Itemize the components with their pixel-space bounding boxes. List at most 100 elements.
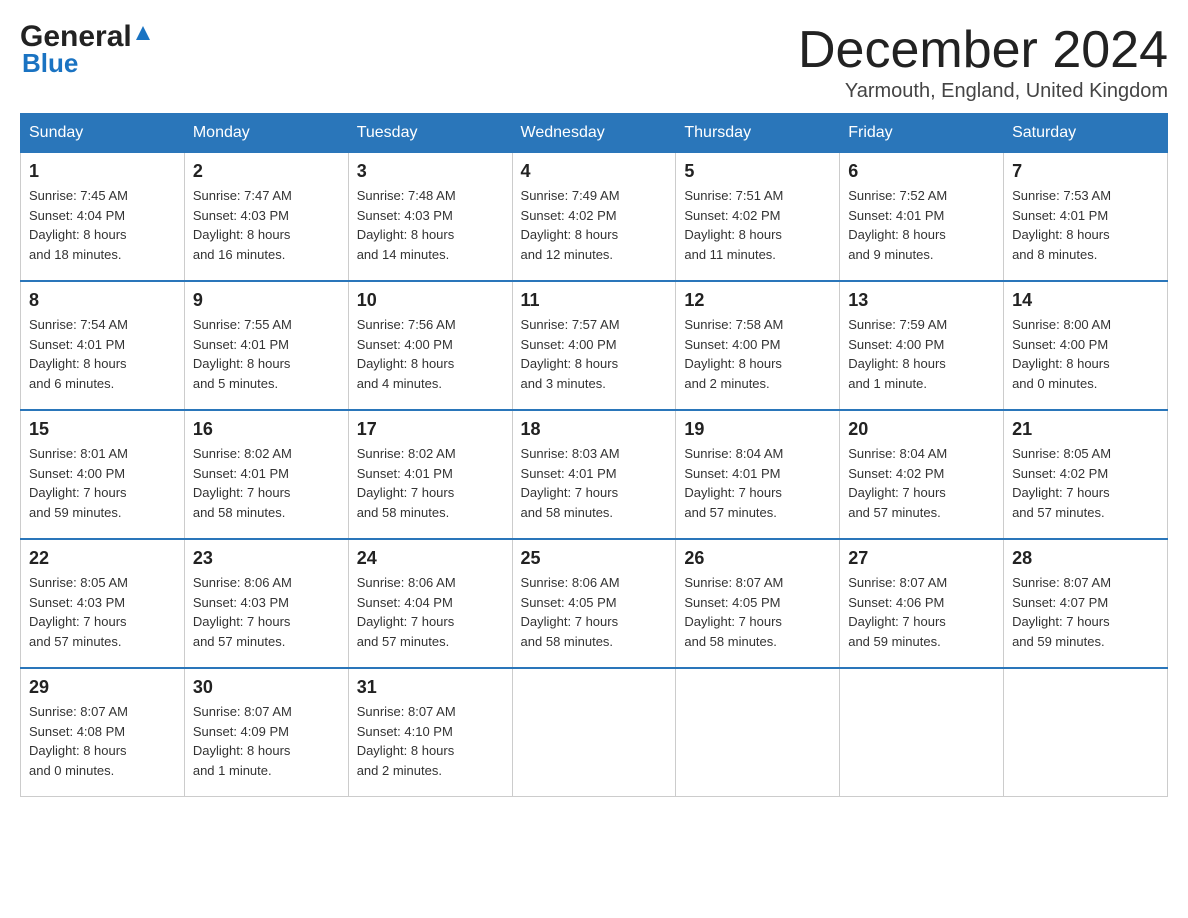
calendar-cell: 2 Sunrise: 7:47 AMSunset: 4:03 PMDayligh…	[184, 153, 348, 282]
day-number: 7	[1012, 161, 1159, 182]
day-info: Sunrise: 8:07 AMSunset: 4:07 PMDaylight:…	[1012, 573, 1159, 651]
day-number: 28	[1012, 548, 1159, 569]
day-info: Sunrise: 7:56 AMSunset: 4:00 PMDaylight:…	[357, 315, 504, 393]
day-number: 8	[29, 290, 176, 311]
day-info: Sunrise: 7:58 AMSunset: 4:00 PMDaylight:…	[684, 315, 831, 393]
day-info: Sunrise: 8:02 AMSunset: 4:01 PMDaylight:…	[357, 444, 504, 522]
logo-blue-text: Blue	[22, 48, 78, 79]
column-header-tuesday: Tuesday	[348, 114, 512, 153]
day-info: Sunrise: 7:45 AMSunset: 4:04 PMDaylight:…	[29, 186, 176, 264]
day-number: 30	[193, 677, 340, 698]
day-info: Sunrise: 7:59 AMSunset: 4:00 PMDaylight:…	[848, 315, 995, 393]
calendar-cell: 15 Sunrise: 8:01 AMSunset: 4:00 PMDaylig…	[21, 410, 185, 539]
calendar-cell: 17 Sunrise: 8:02 AMSunset: 4:01 PMDaylig…	[348, 410, 512, 539]
column-header-monday: Monday	[184, 114, 348, 153]
calendar-cell: 21 Sunrise: 8:05 AMSunset: 4:02 PMDaylig…	[1004, 410, 1168, 539]
calendar-table: SundayMondayTuesdayWednesdayThursdayFrid…	[20, 113, 1168, 797]
week-row-4: 22 Sunrise: 8:05 AMSunset: 4:03 PMDaylig…	[21, 539, 1168, 668]
calendar-cell: 27 Sunrise: 8:07 AMSunset: 4:06 PMDaylig…	[840, 539, 1004, 668]
day-number: 11	[521, 290, 668, 311]
calendar-cell: 24 Sunrise: 8:06 AMSunset: 4:04 PMDaylig…	[348, 539, 512, 668]
day-number: 24	[357, 548, 504, 569]
calendar-cell: 8 Sunrise: 7:54 AMSunset: 4:01 PMDayligh…	[21, 281, 185, 410]
calendar-cell: 11 Sunrise: 7:57 AMSunset: 4:00 PMDaylig…	[512, 281, 676, 410]
week-row-5: 29 Sunrise: 8:07 AMSunset: 4:08 PMDaylig…	[21, 668, 1168, 797]
location-subtitle: Yarmouth, England, United Kingdom	[798, 80, 1168, 103]
day-info: Sunrise: 8:04 AMSunset: 4:01 PMDaylight:…	[684, 444, 831, 522]
day-number: 31	[357, 677, 504, 698]
day-info: Sunrise: 8:06 AMSunset: 4:03 PMDaylight:…	[193, 573, 340, 651]
day-info: Sunrise: 8:04 AMSunset: 4:02 PMDaylight:…	[848, 444, 995, 522]
day-number: 18	[521, 419, 668, 440]
day-info: Sunrise: 8:03 AMSunset: 4:01 PMDaylight:…	[521, 444, 668, 522]
day-info: Sunrise: 7:57 AMSunset: 4:00 PMDaylight:…	[521, 315, 668, 393]
calendar-cell: 18 Sunrise: 8:03 AMSunset: 4:01 PMDaylig…	[512, 410, 676, 539]
day-number: 27	[848, 548, 995, 569]
column-header-thursday: Thursday	[676, 114, 840, 153]
day-number: 23	[193, 548, 340, 569]
calendar-cell: 23 Sunrise: 8:06 AMSunset: 4:03 PMDaylig…	[184, 539, 348, 668]
day-number: 13	[848, 290, 995, 311]
calendar-cell: 12 Sunrise: 7:58 AMSunset: 4:00 PMDaylig…	[676, 281, 840, 410]
day-number: 29	[29, 677, 176, 698]
title-area: December 2024 Yarmouth, England, United …	[798, 20, 1168, 103]
day-info: Sunrise: 7:51 AMSunset: 4:02 PMDaylight:…	[684, 186, 831, 264]
day-number: 10	[357, 290, 504, 311]
column-header-wednesday: Wednesday	[512, 114, 676, 153]
day-number: 19	[684, 419, 831, 440]
calendar-cell: 9 Sunrise: 7:55 AMSunset: 4:01 PMDayligh…	[184, 281, 348, 410]
page-header: General Blue December 2024 Yarmouth, Eng…	[20, 20, 1168, 103]
day-info: Sunrise: 7:54 AMSunset: 4:01 PMDaylight:…	[29, 315, 176, 393]
calendar-cell: 7 Sunrise: 7:53 AMSunset: 4:01 PMDayligh…	[1004, 153, 1168, 282]
week-row-2: 8 Sunrise: 7:54 AMSunset: 4:01 PMDayligh…	[21, 281, 1168, 410]
day-info: Sunrise: 8:00 AMSunset: 4:00 PMDaylight:…	[1012, 315, 1159, 393]
calendar-header-row: SundayMondayTuesdayWednesdayThursdayFrid…	[21, 114, 1168, 153]
calendar-cell: 20 Sunrise: 8:04 AMSunset: 4:02 PMDaylig…	[840, 410, 1004, 539]
day-number: 20	[848, 419, 995, 440]
day-number: 1	[29, 161, 176, 182]
day-info: Sunrise: 8:06 AMSunset: 4:05 PMDaylight:…	[521, 573, 668, 651]
calendar-cell: 19 Sunrise: 8:04 AMSunset: 4:01 PMDaylig…	[676, 410, 840, 539]
day-info: Sunrise: 8:07 AMSunset: 4:08 PMDaylight:…	[29, 702, 176, 780]
column-header-sunday: Sunday	[21, 114, 185, 153]
day-number: 15	[29, 419, 176, 440]
day-info: Sunrise: 7:55 AMSunset: 4:01 PMDaylight:…	[193, 315, 340, 393]
day-number: 9	[193, 290, 340, 311]
calendar-cell: 31 Sunrise: 8:07 AMSunset: 4:10 PMDaylig…	[348, 668, 512, 797]
day-number: 2	[193, 161, 340, 182]
calendar-cell: 29 Sunrise: 8:07 AMSunset: 4:08 PMDaylig…	[21, 668, 185, 797]
day-number: 22	[29, 548, 176, 569]
calendar-cell	[676, 668, 840, 797]
day-info: Sunrise: 7:49 AMSunset: 4:02 PMDaylight:…	[521, 186, 668, 264]
calendar-cell	[512, 668, 676, 797]
column-header-friday: Friday	[840, 114, 1004, 153]
day-info: Sunrise: 8:07 AMSunset: 4:10 PMDaylight:…	[357, 702, 504, 780]
calendar-cell: 13 Sunrise: 7:59 AMSunset: 4:00 PMDaylig…	[840, 281, 1004, 410]
day-number: 14	[1012, 290, 1159, 311]
day-info: Sunrise: 8:07 AMSunset: 4:05 PMDaylight:…	[684, 573, 831, 651]
day-info: Sunrise: 8:05 AMSunset: 4:02 PMDaylight:…	[1012, 444, 1159, 522]
calendar-cell	[840, 668, 1004, 797]
day-number: 3	[357, 161, 504, 182]
week-row-1: 1 Sunrise: 7:45 AMSunset: 4:04 PMDayligh…	[21, 153, 1168, 282]
day-info: Sunrise: 7:53 AMSunset: 4:01 PMDaylight:…	[1012, 186, 1159, 264]
month-title: December 2024	[798, 20, 1168, 80]
day-info: Sunrise: 8:07 AMSunset: 4:09 PMDaylight:…	[193, 702, 340, 780]
logo-triangle-icon	[132, 22, 154, 49]
day-number: 26	[684, 548, 831, 569]
day-number: 6	[848, 161, 995, 182]
day-number: 25	[521, 548, 668, 569]
calendar-cell: 22 Sunrise: 8:05 AMSunset: 4:03 PMDaylig…	[21, 539, 185, 668]
calendar-cell: 30 Sunrise: 8:07 AMSunset: 4:09 PMDaylig…	[184, 668, 348, 797]
calendar-cell: 6 Sunrise: 7:52 AMSunset: 4:01 PMDayligh…	[840, 153, 1004, 282]
column-header-saturday: Saturday	[1004, 114, 1168, 153]
day-number: 4	[521, 161, 668, 182]
calendar-cell: 1 Sunrise: 7:45 AMSunset: 4:04 PMDayligh…	[21, 153, 185, 282]
calendar-cell: 28 Sunrise: 8:07 AMSunset: 4:07 PMDaylig…	[1004, 539, 1168, 668]
logo: General Blue	[20, 20, 154, 79]
day-number: 16	[193, 419, 340, 440]
day-info: Sunrise: 7:47 AMSunset: 4:03 PMDaylight:…	[193, 186, 340, 264]
calendar-cell: 14 Sunrise: 8:00 AMSunset: 4:00 PMDaylig…	[1004, 281, 1168, 410]
calendar-cell: 5 Sunrise: 7:51 AMSunset: 4:02 PMDayligh…	[676, 153, 840, 282]
day-info: Sunrise: 7:52 AMSunset: 4:01 PMDaylight:…	[848, 186, 995, 264]
